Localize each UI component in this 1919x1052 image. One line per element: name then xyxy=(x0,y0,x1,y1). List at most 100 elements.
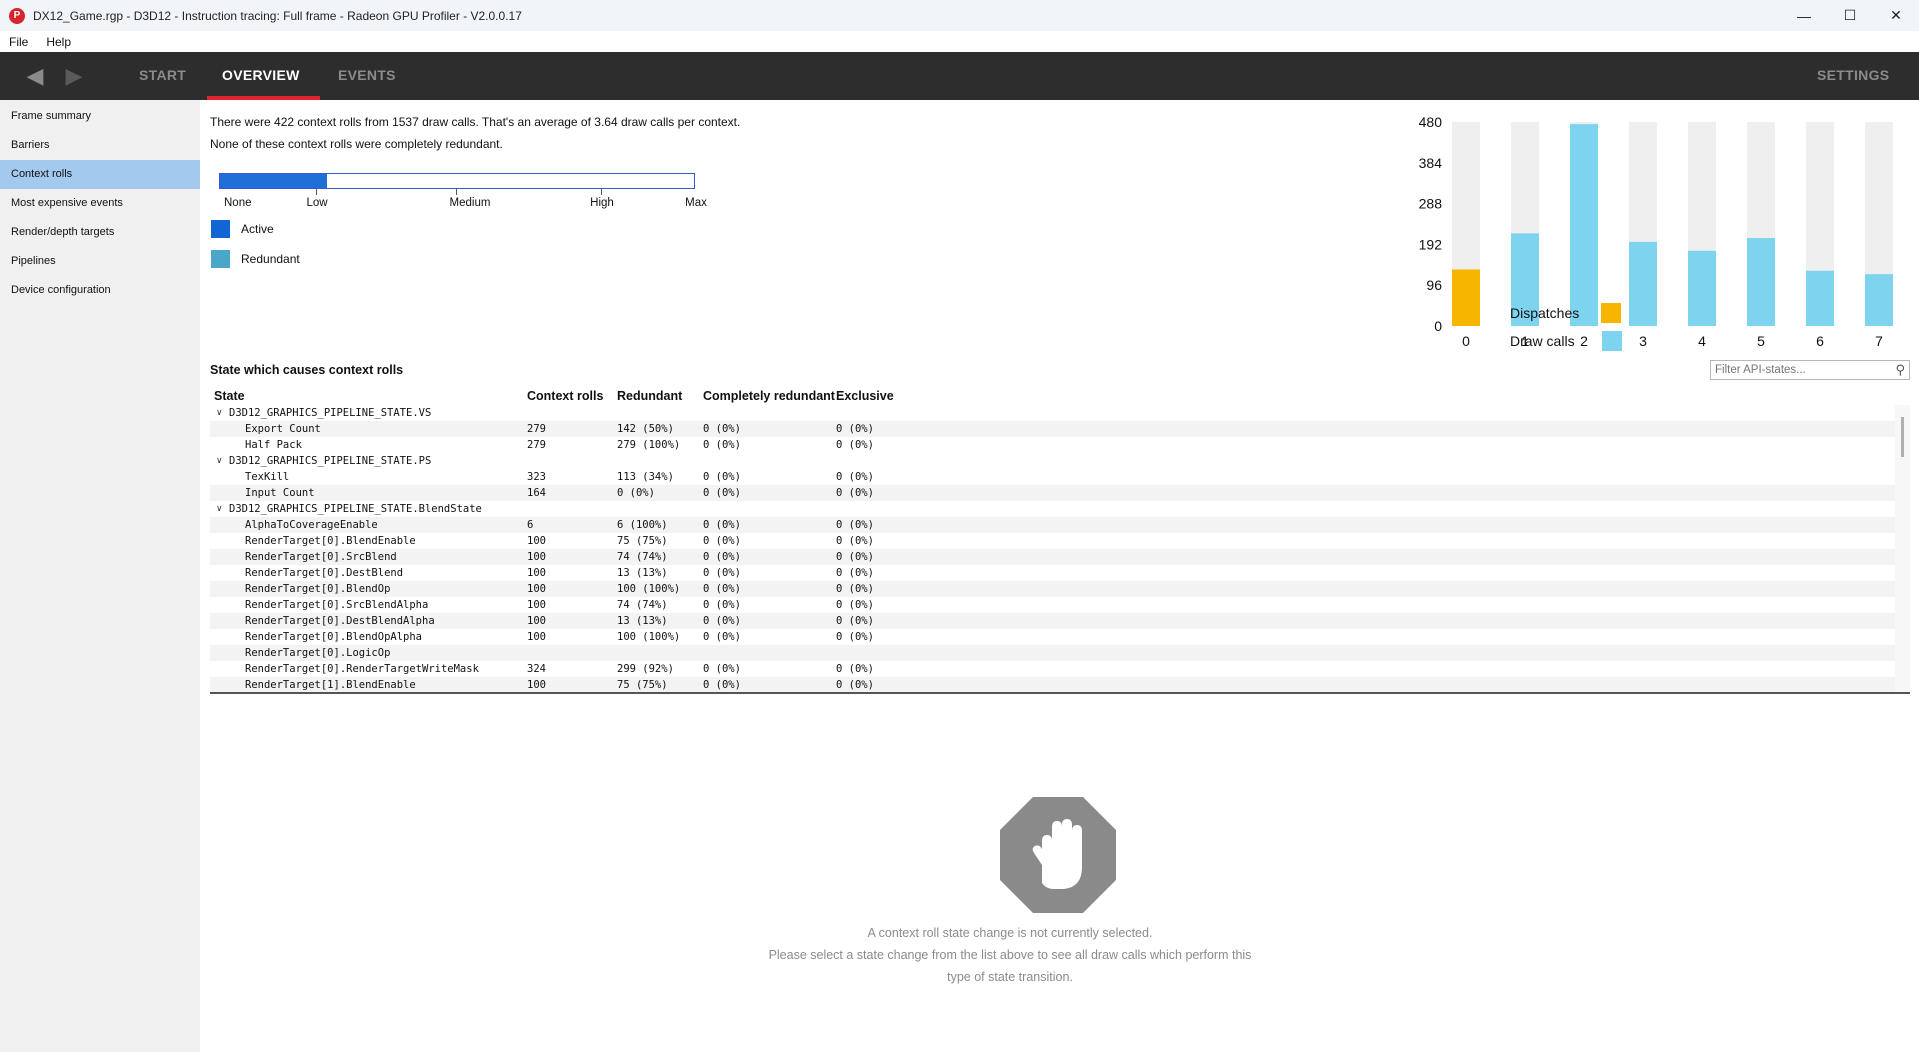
table-group-row[interactable]: ∨ D3D12_GRAPHICS_PIPELINE_STATE.PS xyxy=(210,453,1895,469)
tab-overview[interactable]: OVERVIEW xyxy=(222,52,300,100)
filter-api-states[interactable]: ⚲ xyxy=(1710,360,1910,380)
window-title: DX12_Game.rgp - D3D12 - Instruction trac… xyxy=(33,8,522,23)
cell-redundant: 74 (74%) xyxy=(617,599,668,611)
cell-state: Export Count xyxy=(245,423,321,435)
cell-exclusive: 0 (0%) xyxy=(836,519,874,531)
cell-rolls: 323 xyxy=(527,471,546,483)
chart-legend-swatch-draw-calls xyxy=(1601,331,1622,351)
cell-redundant: 279 (100%) xyxy=(617,439,681,451)
bar-draw-calls[interactable] xyxy=(1570,124,1598,326)
cell-rolls: 164 xyxy=(527,487,546,499)
meter-tick xyxy=(456,189,457,195)
table-row[interactable]: Half Pack 279 279 (100%) 0 (0%) 0 (0%) xyxy=(210,437,1895,453)
table-row[interactable]: RenderTarget[0].LogicOp xyxy=(210,645,1895,661)
cell-exclusive: 0 (0%) xyxy=(836,679,874,691)
cell-state: RenderTarget[0].DestBlendAlpha xyxy=(245,615,435,627)
column-header-state[interactable]: State xyxy=(214,389,245,403)
cell-exclusive: 0 (0%) xyxy=(836,471,874,483)
meter-tick xyxy=(316,189,317,195)
search-icon[interactable]: ⚲ xyxy=(1895,362,1905,378)
cell-complete: 0 (0%) xyxy=(703,535,741,547)
menu-file[interactable]: File xyxy=(0,35,37,49)
table-row[interactable]: RenderTarget[0].BlendEnable 100 75 (75%) 0 … xyxy=(210,533,1895,549)
title-bar: P DX12_Game.rgp - D3D12 - Instruction tr… xyxy=(0,0,1919,31)
table-row[interactable]: RenderTarget[0].RenderTargetWriteMask 324… xyxy=(210,661,1895,677)
y-tick-label: 384 xyxy=(1419,155,1443,171)
column-header-completely-redundant[interactable]: Completely redundant xyxy=(703,389,835,403)
filter-input[interactable] xyxy=(1711,364,1881,376)
top-navigation: ◀ ▶ START OVERVIEW EVENTS SETTINGS xyxy=(0,52,1919,100)
cell-complete: 0 (0%) xyxy=(703,679,741,691)
cell-complete: 0 (0%) xyxy=(703,423,741,435)
bar-draw-calls[interactable] xyxy=(1629,241,1657,326)
table-group-row[interactable]: ∨ D3D12_GRAPHICS_PIPELINE_STATE.VS xyxy=(210,405,1895,421)
column-header-exclusive[interactable]: Exclusive xyxy=(836,389,894,403)
sidebar-item-context-rolls[interactable]: Context rolls xyxy=(0,160,200,189)
tab-events[interactable]: EVENTS xyxy=(338,52,396,100)
sidebar: Frame summary Barriers Context rolls Mos… xyxy=(0,100,200,1052)
scrollbar-thumb[interactable] xyxy=(1901,417,1904,457)
meter-label-high: High xyxy=(590,197,614,209)
legend-label-redundant: Redundant xyxy=(241,252,300,266)
bar-dispatches[interactable] xyxy=(1452,269,1480,326)
x-tick-label: 3 xyxy=(1639,333,1647,349)
expand-chevron-icon[interactable]: ∨ xyxy=(216,453,223,469)
main-content: There were 422 context rolls from 1537 d… xyxy=(200,100,1919,1052)
table-row[interactable]: RenderTarget[1].BlendEnable 100 75 (75%) 0 … xyxy=(210,677,1895,692)
bar-draw-calls[interactable] xyxy=(1688,250,1716,326)
table-row[interactable]: AlphaToCoverageEnable 6 6 (100%) 0 (0%) 0 (0… xyxy=(210,517,1895,533)
legend-swatch-redundant xyxy=(211,250,230,268)
table-row[interactable]: TexKill 323 113 (34%) 0 (0%) 0 (0%) xyxy=(210,469,1895,485)
section-title: State which causes context rolls xyxy=(210,363,404,377)
table-row[interactable]: RenderTarget[0].BlendOpAlpha 100 100 (100%… xyxy=(210,629,1895,645)
cell-complete: 0 (0%) xyxy=(703,615,741,627)
table-body: ∨ D3D12_GRAPHICS_PIPELINE_STATE.VS Export … xyxy=(210,405,1895,692)
sidebar-item-render-depth-targets[interactable]: Render/depth targets xyxy=(0,218,200,247)
cell-complete: 0 (0%) xyxy=(703,551,741,563)
close-icon[interactable]: ✕ xyxy=(1873,0,1919,31)
sidebar-item-pipelines[interactable]: Pipelines xyxy=(0,247,200,276)
column-header-context-rolls[interactable]: Context rolls xyxy=(527,389,603,403)
expand-chevron-icon[interactable]: ∨ xyxy=(216,405,223,421)
tab-settings[interactable]: SETTINGS xyxy=(1817,52,1889,100)
cell-redundant: 113 (34%) xyxy=(617,471,674,483)
sidebar-item-device-configuration[interactable]: Device configuration xyxy=(0,276,200,305)
table-row[interactable]: Input Count 164 0 (0%) 0 (0%) 0 (0%) xyxy=(210,485,1895,501)
cell-redundant: 13 (13%) xyxy=(617,615,668,627)
table-group-row[interactable]: ∨ D3D12_GRAPHICS_PIPELINE_STATE.BlendStat… xyxy=(210,501,1895,517)
tab-start[interactable]: START xyxy=(139,52,186,100)
menu-help[interactable]: Help xyxy=(37,35,80,49)
maximize-icon[interactable]: ☐ xyxy=(1827,0,1873,31)
table-row[interactable]: Export Count 279 142 (50%) 0 (0%) 0 (0%) xyxy=(210,421,1895,437)
cell-state: RenderTarget[0].BlendOpAlpha xyxy=(245,631,423,643)
bar-draw-calls[interactable] xyxy=(1747,238,1775,326)
cell-complete: 0 (0%) xyxy=(703,599,741,611)
table-row[interactable]: RenderTarget[0].SrcBlend 100 74 (74%) 0 (0%… xyxy=(210,549,1895,565)
sidebar-item-barriers[interactable]: Barriers xyxy=(0,131,200,160)
forward-arrow-icon[interactable]: ▶ xyxy=(61,64,87,88)
minimize-icon[interactable]: — xyxy=(1781,0,1827,31)
back-arrow-icon[interactable]: ◀ xyxy=(22,64,48,88)
cell-exclusive: 0 (0%) xyxy=(836,631,874,643)
chart-legend-label-dispatches: Dispatches xyxy=(1510,305,1580,321)
meter-label-medium: Medium xyxy=(449,197,491,209)
table-row[interactable]: RenderTarget[0].SrcBlendAlpha 100 74 (74%)… xyxy=(210,597,1895,613)
cell-redundant: 6 (100%) xyxy=(617,519,668,531)
x-tick-label: 0 xyxy=(1462,333,1470,349)
column-header-redundant[interactable]: Redundant xyxy=(617,389,682,403)
bar-draw-calls[interactable] xyxy=(1806,270,1834,326)
cell-complete: 0 (0%) xyxy=(703,663,741,675)
cell-rolls: 279 xyxy=(527,423,546,435)
table-row[interactable]: RenderTarget[0].DestBlendAlpha 100 13 (13%… xyxy=(210,613,1895,629)
cell-complete: 0 (0%) xyxy=(703,519,741,531)
sidebar-item-most-expensive-events[interactable]: Most expensive events xyxy=(0,189,200,218)
table-row[interactable]: RenderTarget[0].BlendOp 100 100 (100%) 0 (0… xyxy=(210,581,1895,597)
bar-draw-calls[interactable] xyxy=(1865,274,1893,326)
sidebar-item-frame-summary[interactable]: Frame summary xyxy=(0,102,200,131)
table-scrollbar[interactable] xyxy=(1895,405,1910,692)
expand-chevron-icon[interactable]: ∨ xyxy=(216,501,223,517)
cell-exclusive: 0 (0%) xyxy=(836,567,874,579)
cell-state: RenderTarget[0].RenderTargetWriteMask xyxy=(245,663,479,675)
table-row[interactable]: RenderTarget[0].DestBlend 100 13 (13%) 0 (0… xyxy=(210,565,1895,581)
context-roll-summary: There were 422 context rolls from 1537 d… xyxy=(210,111,740,155)
